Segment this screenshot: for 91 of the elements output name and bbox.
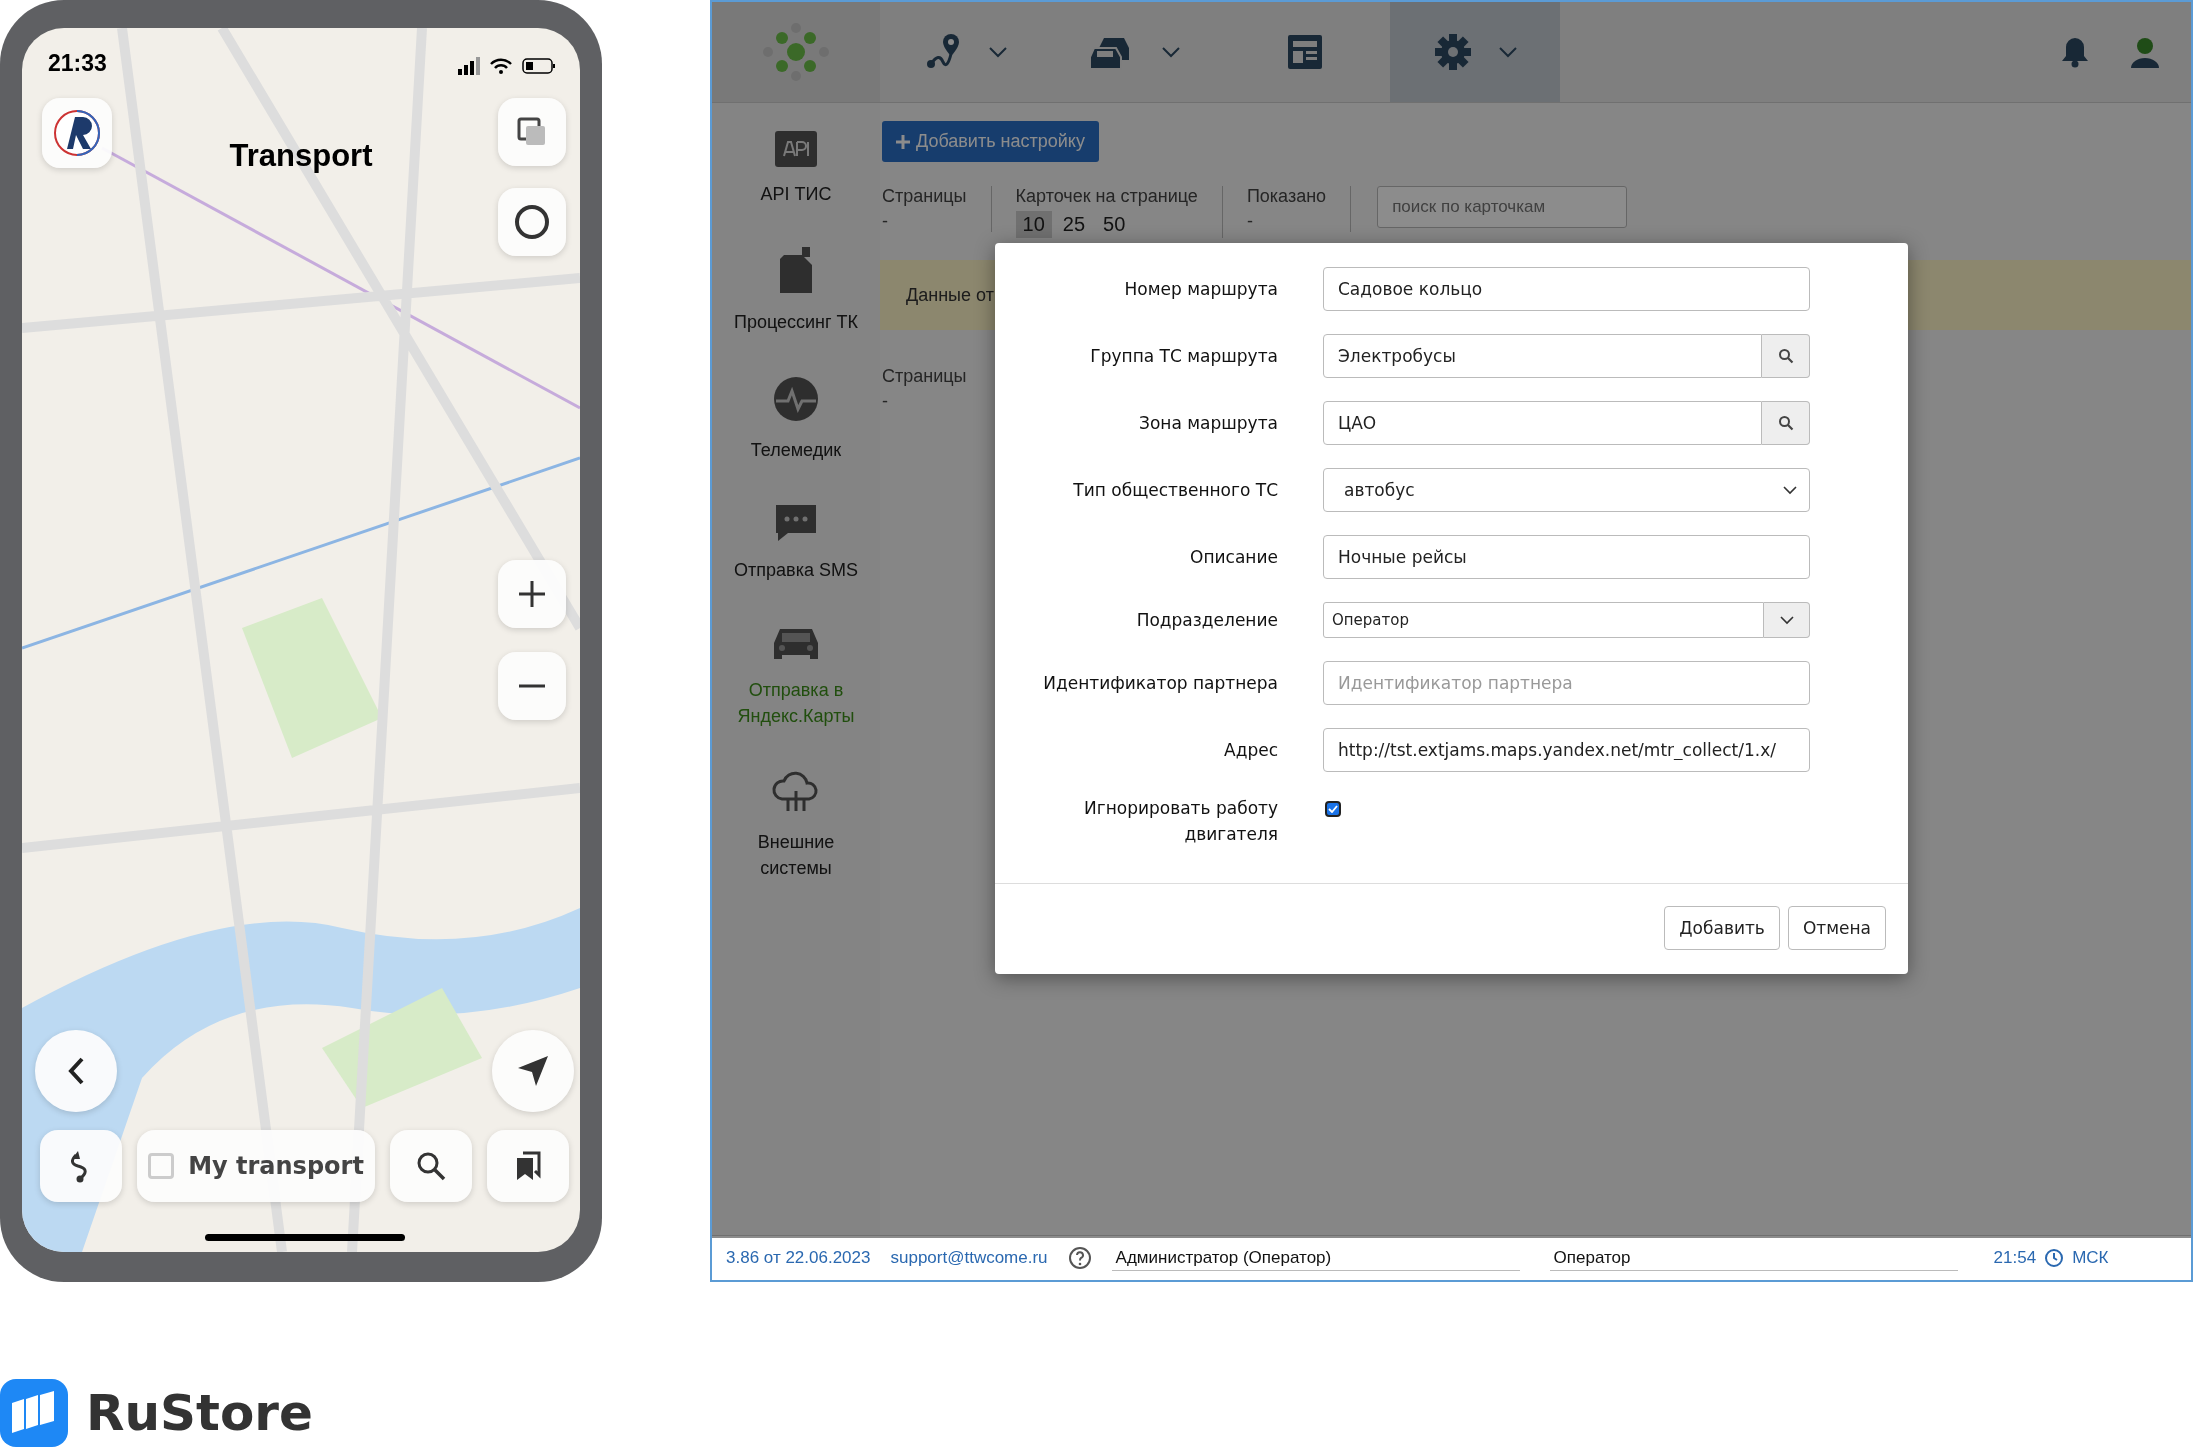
partner-id-field[interactable]: Идентификатор партнера <box>1323 661 1810 705</box>
user-role-field: Администратор (Оператор) <box>1111 1245 1520 1271</box>
chat-icon <box>774 503 818 543</box>
clock-icon <box>2044 1248 2065 1268</box>
newspaper-icon <box>1285 32 1325 72</box>
field-label: Адрес <box>1223 739 1278 762</box>
signal-icon <box>458 56 480 76</box>
bookmarks-button[interactable] <box>487 1130 569 1202</box>
my-transport-button[interactable]: My transport <box>137 1130 375 1202</box>
page-size-option[interactable]: 10 <box>1015 211 1052 238</box>
chevron-down-icon <box>1779 615 1794 625</box>
api-icon <box>775 131 817 167</box>
search-button[interactable] <box>390 1130 472 1202</box>
support-email-link[interactable]: support@ttwcome.ru <box>890 1248 1048 1268</box>
lookup-field[interactable]: Электробусы <box>1323 334 1762 378</box>
sidebar-item[interactable]: Телемедик <box>721 375 871 463</box>
checkbox[interactable] <box>1325 801 1341 817</box>
user-icon[interactable] <box>2129 36 2161 68</box>
search-field[interactable]: поиск по карточкам <box>1377 186 1628 228</box>
app-logo-button[interactable] <box>42 98 112 168</box>
wifi-icon <box>490 57 512 75</box>
bookmarks-icon <box>515 1151 541 1181</box>
location-arrow-icon <box>516 1054 550 1088</box>
search-icon <box>1777 415 1794 431</box>
sidebar-item[interactable]: Внешние системы <box>721 769 871 881</box>
layers-button[interactable] <box>498 98 566 166</box>
page-size-option[interactable]: 25 <box>1055 211 1092 238</box>
bell-icon[interactable] <box>2061 36 2089 68</box>
field-label: Описание <box>1189 546 1278 569</box>
pager-value: - <box>1246 211 1254 232</box>
dialog-button[interactable]: Отмена <box>1787 906 1886 950</box>
text-field[interactable]: http://tst.extjams.maps.yandex.net/mtr_collect/1.x/ <box>1323 728 1810 772</box>
field-label: Идентификатор партнера <box>1042 672 1278 695</box>
pager-value: - <box>882 391 889 412</box>
alice-button[interactable] <box>498 188 566 256</box>
version-text: 3.86 от 22.06.2023 <box>726 1248 871 1268</box>
division-field: Оператор <box>1549 1245 1958 1271</box>
notice-text: Данные от <box>906 284 994 306</box>
lookup-button[interactable] <box>1762 401 1810 445</box>
field-label: Игнорировать работу двигателя <box>1083 797 1278 846</box>
plus-icon <box>896 134 910 149</box>
battery-icon <box>522 58 556 74</box>
timezone-text: МСК <box>2072 1248 2109 1268</box>
screen-title: Transport <box>229 138 373 174</box>
select-field[interactable]: автобус <box>1323 468 1810 512</box>
sidebar-item[interactable]: API ТИС <box>721 131 871 207</box>
clock-time: 21:54 <box>1993 1248 2037 1268</box>
field-label: Группа ТС маршрута <box>1089 345 1278 368</box>
pager-label: Карточек на странице <box>1015 186 1198 207</box>
ring-icon <box>514 204 550 240</box>
route-button[interactable] <box>40 1130 122 1202</box>
field-label: Тип общественного ТС <box>1072 479 1278 502</box>
pager-label: Страницы <box>882 366 968 387</box>
check-icon <box>1328 805 1338 813</box>
dropdown-button[interactable] <box>1764 602 1810 638</box>
plus-icon <box>517 579 547 609</box>
add-setting-button[interactable]: Добавить настройку <box>882 121 1099 162</box>
text-field[interactable]: Ночные рейсы <box>1323 535 1810 579</box>
chevron-down-icon <box>1499 46 1517 58</box>
lookup-button[interactable] <box>1762 334 1810 378</box>
minus-icon <box>517 684 547 688</box>
lookup-field[interactable]: ЦАО <box>1323 401 1762 445</box>
page-size-option[interactable]: 50 <box>1096 211 1133 238</box>
logo-icon <box>53 109 101 157</box>
chevron-down-icon <box>989 46 1007 58</box>
zoom-out-button[interactable] <box>498 652 566 720</box>
pulse-icon <box>772 375 820 423</box>
combo-field[interactable]: Оператор <box>1323 602 1764 638</box>
pager-label: Страницы <box>882 186 967 207</box>
logo-icon <box>760 22 832 82</box>
nav-tab[interactable] <box>1390 2 1560 102</box>
field-label: Зона маршрута <box>1138 412 1278 435</box>
status-time: 21:33 <box>48 50 107 77</box>
layers-icon <box>517 117 547 147</box>
text-field[interactable]: Садовое кольцо <box>1323 267 1810 311</box>
sidebar-item[interactable]: Процессинг ТК <box>721 247 871 335</box>
pager-value: - <box>882 211 889 232</box>
help-icon[interactable] <box>1067 1246 1092 1270</box>
chevron-down-icon <box>1162 46 1180 58</box>
search-icon <box>1777 348 1794 364</box>
chevron-down-icon <box>1783 485 1797 495</box>
search-icon <box>416 1151 446 1181</box>
brand-name: RuStore <box>86 1384 313 1442</box>
settings-icon <box>1433 32 1473 72</box>
zoom-in-button[interactable] <box>498 560 566 628</box>
pager-label: Показано <box>1246 186 1327 207</box>
field-label: Подразделение <box>1135 609 1278 632</box>
chevron-left-icon <box>67 1057 85 1085</box>
field-label: Номер маршрута <box>1123 278 1278 301</box>
dialog-button[interactable]: Добавить <box>1664 906 1780 950</box>
sidebar-item[interactable]: Отправка SMS <box>721 503 871 583</box>
